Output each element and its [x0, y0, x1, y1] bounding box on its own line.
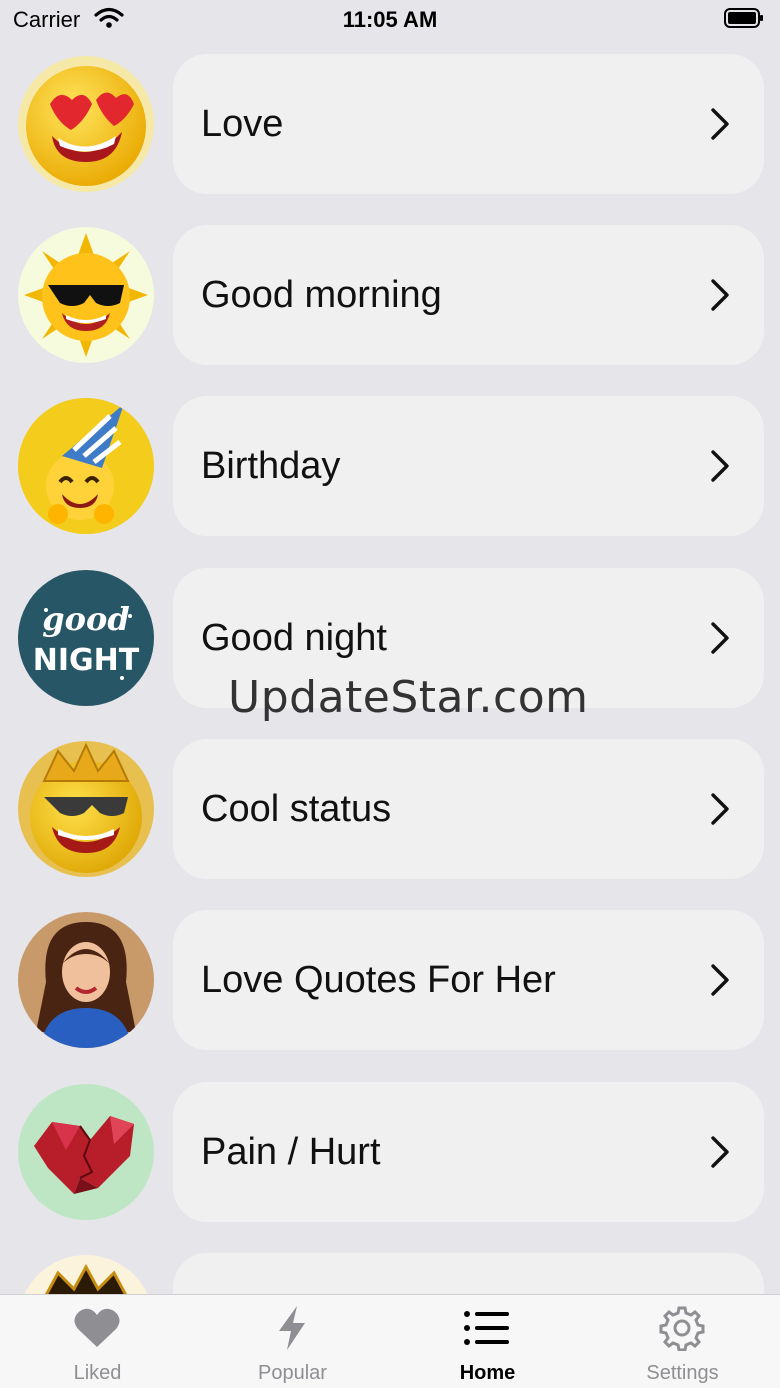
chevron-right-icon: [711, 1136, 729, 1168]
chevron-right-icon: [711, 279, 729, 311]
chevron-right-icon: [711, 450, 729, 482]
category-card[interactable]: [173, 1253, 764, 1294]
category-label: Good morning: [201, 274, 442, 316]
category-row-love-quotes-for-her[interactable]: Love Quotes For Her: [0, 910, 780, 1050]
tab-home[interactable]: Home: [390, 1295, 585, 1388]
good-night-badge-icon: good NIGHT: [18, 570, 154, 706]
tab-popular[interactable]: Popular: [195, 1295, 390, 1388]
category-row-birthday[interactable]: Birthday: [0, 396, 780, 536]
category-label: Cool status: [201, 788, 392, 830]
category-label: Pain / Hurt: [201, 1131, 381, 1173]
category-card[interactable]: Good morning: [173, 225, 764, 365]
tab-label: Settings: [646, 1362, 719, 1384]
battery-icon: [724, 8, 763, 28]
tab-settings[interactable]: Settings: [585, 1295, 780, 1388]
category-row-good-morning[interactable]: Good morning: [0, 225, 780, 365]
category-row-love[interactable]: Love: [0, 54, 780, 194]
category-card[interactable]: Love Quotes For Her: [173, 910, 764, 1050]
chevron-right-icon: [711, 793, 729, 825]
crown-emoji-icon: [18, 1255, 154, 1294]
heart-eyes-emoji-icon: [18, 56, 154, 192]
chevron-right-icon: [711, 108, 729, 140]
party-hat-emoji-icon: [18, 398, 154, 534]
svg-text:good: good: [42, 600, 129, 638]
category-card[interactable]: Pain / Hurt: [173, 1082, 764, 1222]
status-bar: Carrier 11:05 AM: [0, 0, 780, 40]
chevron-right-icon: [711, 622, 729, 654]
tab-liked[interactable]: Liked: [0, 1295, 195, 1388]
woman-portrait-icon: [18, 912, 154, 1048]
tab-label: Home: [459, 1362, 516, 1384]
tab-bar: Liked Popular Home Settings: [0, 1294, 780, 1388]
category-label: Love: [201, 103, 284, 145]
category-label: Love Quotes For Her: [201, 959, 556, 1001]
category-row-partial[interactable]: [0, 1253, 780, 1294]
gear-icon: [659, 1306, 705, 1351]
svg-text:NIGHT: NIGHT: [33, 643, 140, 678]
category-card[interactable]: Cool status: [173, 739, 764, 879]
watermark-text: UpdateStar.com: [228, 672, 589, 723]
broken-heart-icon: [18, 1084, 154, 1220]
category-row-cool-status[interactable]: Cool status: [0, 739, 780, 879]
crown-sunglasses-emoji-icon: [18, 741, 154, 877]
clock: 11:05 AM: [342, 7, 438, 32]
sun-sunglasses-emoji-icon: [18, 227, 154, 363]
category-list: Love Good morning Birthday good NIGHT Go…: [0, 0, 780, 1294]
heart-icon: [74, 1308, 120, 1347]
category-card[interactable]: Birthday: [173, 396, 764, 536]
chevron-right-icon: [711, 964, 729, 996]
tab-label: Liked: [73, 1362, 122, 1384]
category-label: Birthday: [201, 445, 341, 487]
category-card[interactable]: Love: [173, 54, 764, 194]
tab-label: Popular: [258, 1362, 327, 1384]
bolt-icon: [279, 1306, 305, 1350]
list-icon: [464, 1311, 509, 1345]
category-row-pain-hurt[interactable]: Pain / Hurt: [0, 1082, 780, 1222]
